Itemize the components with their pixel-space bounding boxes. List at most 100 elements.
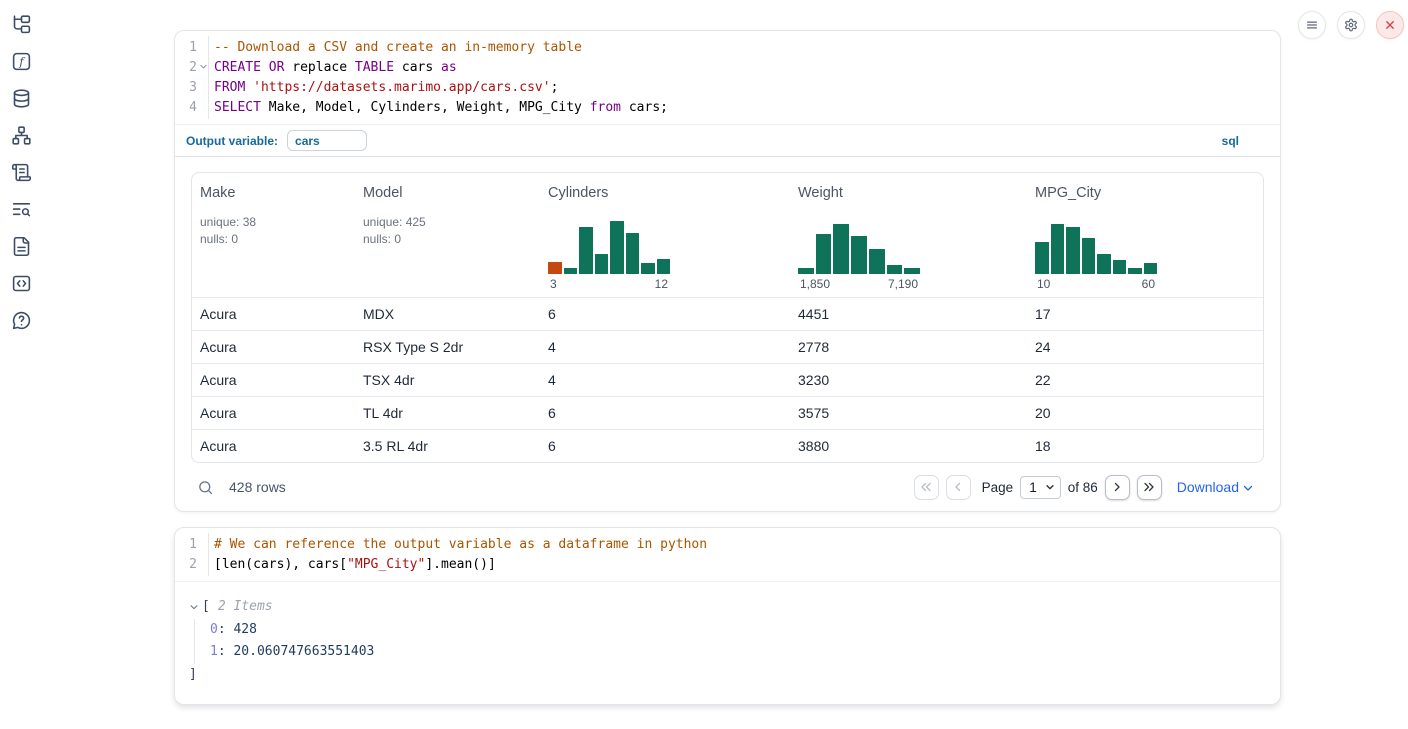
column-header-make: Make unique: 38nulls: 0	[200, 173, 363, 297]
histogram-mpg_city: 1060	[1035, 221, 1157, 291]
table-row[interactable]: AcuraTL 4dr6357520	[192, 396, 1263, 429]
code-line: 4SELECT Make, Model, Cylinders, Weight, …	[175, 98, 1280, 118]
line-number: 3	[175, 78, 208, 98]
function-square-icon: f	[11, 51, 33, 72]
line-number: 2	[175, 58, 208, 78]
histogram-bar	[851, 236, 867, 274]
sidebar-item-database[interactable]	[11, 87, 33, 109]
download-button[interactable]: Download	[1177, 479, 1254, 495]
table-cell: Acura	[200, 372, 363, 388]
table-cell: 4	[548, 339, 798, 355]
histogram-bar	[798, 268, 814, 274]
histogram-bar	[657, 259, 671, 274]
search-icon	[197, 479, 214, 496]
pagination-prev-button[interactable]	[946, 475, 971, 500]
table-row[interactable]: AcuraMDX6445117	[192, 297, 1263, 330]
table-cell: 17	[1035, 306, 1263, 322]
sidebar-item-dependency-graph[interactable]	[11, 124, 33, 146]
shutdown-button[interactable]	[1376, 11, 1404, 39]
sidebar-item-scroll[interactable]	[11, 161, 33, 183]
tree-item-value: 20.060747663551403	[233, 644, 374, 659]
sidebar-item-list-search[interactable]	[11, 198, 33, 220]
tree-item-value: 428	[233, 622, 256, 637]
histogram-bar	[610, 221, 624, 274]
sql-code-editor[interactable]: 1-- Download a CSV and create an in-memo…	[175, 31, 1280, 125]
settings-button[interactable]	[1337, 11, 1365, 39]
code-text: # We can reference the output variable a…	[208, 535, 707, 555]
column-name: MPG_City	[1035, 185, 1255, 201]
column-stats: unique: 425nulls: 0	[363, 214, 540, 248]
histogram-bars	[1035, 221, 1157, 274]
items-count-label: 2 Items	[218, 596, 273, 619]
search-button[interactable]	[197, 479, 214, 496]
list-search-icon	[11, 199, 33, 220]
table-cell: TL 4dr	[363, 405, 548, 421]
table-cell: 18	[1035, 438, 1263, 454]
histogram-axis-labels: 1,8507,190	[798, 277, 920, 291]
python-code-editor[interactable]: 1# We can reference the output variable …	[175, 528, 1280, 582]
histogram-bar	[564, 268, 578, 274]
sidebar-item-file-tree[interactable]	[11, 13, 33, 35]
column-header-model: Model unique: 425nulls: 0	[363, 173, 548, 297]
histogram-weight: 1,8507,190	[798, 221, 920, 291]
pagination-first-button[interactable]	[914, 475, 939, 500]
table-cell: 4	[548, 372, 798, 388]
histogram-bar	[1051, 224, 1065, 274]
table-cell: TSX 4dr	[363, 372, 548, 388]
table-cell: Acura	[200, 306, 363, 322]
table-cell: 22	[1035, 372, 1263, 388]
table-footer: 428 rows Page 1 of 86 Download	[175, 463, 1280, 511]
sidebar-item-help[interactable]	[11, 309, 33, 331]
sidebar-item-snippets[interactable]	[11, 272, 33, 294]
tree-children: 0: 4281: 20.060747663551403	[194, 619, 1280, 664]
pagination: Page 1 of 86	[914, 475, 1162, 500]
svg-text:f: f	[18, 54, 25, 68]
chevrons-left-icon	[920, 481, 932, 493]
column-header-cylinders: Cylinders312	[548, 173, 798, 297]
histogram-bar	[579, 227, 593, 274]
python-cell: 1# We can reference the output variable …	[174, 527, 1281, 705]
table-cell: 2778	[798, 339, 1035, 355]
notebook: 1-- Download a CSV and create an in-memo…	[174, 30, 1281, 705]
close-icon	[1383, 18, 1397, 32]
histogram-bar	[816, 234, 832, 274]
sql-cell: 1-- Download a CSV and create an in-memo…	[174, 30, 1281, 512]
column-stats: unique: 38nulls: 0	[200, 214, 355, 248]
sidebar-item-document[interactable]	[11, 235, 33, 257]
histogram-bar	[1113, 260, 1127, 274]
table-cell: 6	[548, 438, 798, 454]
output-variable-input[interactable]	[287, 130, 367, 151]
tree-item: 0: 428	[210, 619, 1280, 642]
output-variable-label: Output variable:	[186, 134, 278, 148]
page-select[interactable]: 1	[1020, 476, 1061, 499]
snippets-icon	[11, 273, 33, 294]
column-name: Make	[200, 185, 355, 201]
table-row[interactable]: Acura3.5 RL 4dr6388018	[192, 429, 1263, 462]
sidebar: f	[0, 0, 44, 331]
chevrons-right-icon	[1143, 481, 1155, 493]
sidebar-item-function-square[interactable]: f	[11, 50, 33, 72]
tree-item: 1: 20.060747663551403	[210, 641, 1280, 664]
fold-chevron-icon[interactable]	[199, 62, 208, 71]
pagination-next-button[interactable]	[1105, 475, 1130, 500]
histogram-bar	[887, 265, 903, 274]
code-text: [len(cars), cars["MPG_City"].mean()]	[208, 555, 496, 575]
tree-output: [ 2 Items 0: 4281: 20.060747663551403 ]	[175, 582, 1280, 704]
menu-button[interactable]	[1298, 11, 1326, 39]
table-row[interactable]: AcuraTSX 4dr4323022	[192, 363, 1263, 396]
code-line: 1# We can reference the output variable …	[175, 535, 1280, 555]
table-row[interactable]: AcuraRSX Type S 2dr4277824	[192, 330, 1263, 363]
histogram-bar	[641, 263, 655, 274]
open-bracket: [	[202, 596, 210, 619]
table-cell: 6	[548, 306, 798, 322]
histogram-bars	[798, 221, 920, 274]
histogram-bar	[1035, 242, 1049, 274]
column-header-mpg_city: MPG_City 1060	[1035, 173, 1263, 297]
column-name: Weight	[798, 185, 1027, 201]
column-name: Model	[363, 185, 540, 201]
collapse-chevron-icon[interactable]	[189, 602, 199, 612]
table-cell: Acura	[200, 339, 363, 355]
line-number: 1	[175, 535, 208, 555]
pagination-last-button[interactable]	[1137, 475, 1162, 500]
page-total: of 86	[1068, 480, 1098, 495]
